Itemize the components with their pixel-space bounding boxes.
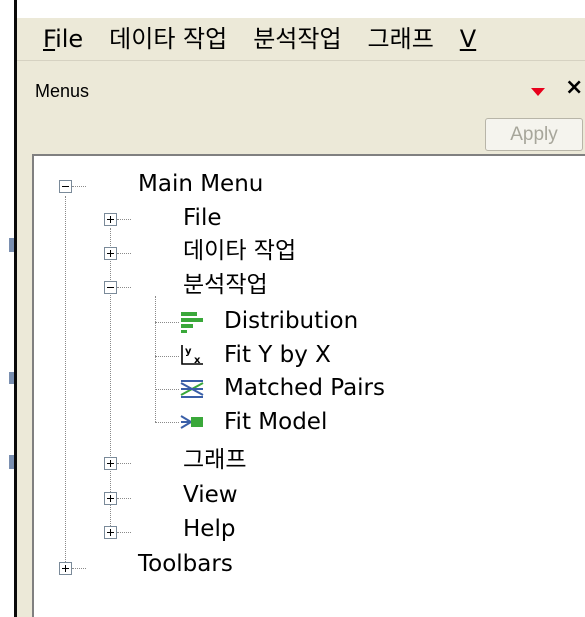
apply-button[interactable]: Apply [485,118,583,151]
expand-toggle[interactable] [104,457,117,470]
menu-analysis[interactable]: 분석작업 [253,17,341,61]
tree-node-help[interactable]: Help [183,514,235,544]
fit-model-icon [180,415,203,429]
close-icon[interactable]: × [565,75,583,100]
distribution-icon [181,312,203,333]
fit-y-glyph-x: x [194,355,201,366]
tree-node-fit-y-by-x[interactable]: Fit Y by X [224,340,331,370]
expand-toggle[interactable] [59,562,72,575]
tree-node-file[interactable]: File [183,203,222,233]
tree-line [72,186,86,187]
tree-node-toolbars[interactable]: Toolbars [138,549,233,579]
tree-node-graph[interactable]: 그래프 [183,445,246,475]
tree-container: Main Menu File 데이타 작업 분석작업 Distribution … [17,154,585,617]
dropdown-arrow-icon[interactable] [531,88,545,96]
expand-toggle[interactable] [104,213,117,226]
menu-tree[interactable]: Main Menu File 데이타 작업 분석작업 Distribution … [32,154,585,617]
tree-line [65,196,66,568]
tree-line [155,322,179,323]
fit-y-by-x-icon: y x [181,345,203,366]
tree-line [72,568,86,569]
menu-file[interactable]: File [43,17,83,61]
fit-y-glyph-y: y [185,346,192,357]
menu-graph[interactable]: 그래프 [368,17,434,61]
expand-toggle[interactable] [104,492,117,505]
tree-line [117,532,131,533]
tree-line [155,422,179,423]
expand-toggle[interactable] [104,526,117,539]
tree-line [117,253,131,254]
tree-node-analysis[interactable]: 분석작업 [183,270,268,300]
tree-line [155,389,179,390]
panel-title: Menus [35,81,90,101]
tree-node-data-work[interactable]: 데이타 작업 [183,236,296,266]
tree-node-fit-model[interactable]: Fit Model [224,407,327,437]
tree-line [117,463,131,464]
menu-data-work[interactable]: 데이타 작업 [109,17,227,61]
menu-bar: File 데이타 작업 분석작업 그래프 V [17,16,585,60]
tree-line [117,287,131,288]
tree-node-main-menu[interactable]: Main Menu [138,169,263,199]
tree-line [155,296,156,422]
expand-toggle[interactable] [104,247,117,260]
tree-line [117,498,131,499]
matched-pairs-icon [180,380,204,398]
tree-node-distribution[interactable]: Distribution [224,306,358,336]
collapse-toggle[interactable] [59,180,72,193]
window-edge [0,0,14,617]
menus-panel-header: Menus × Apply [17,60,585,155]
tree-line [117,219,131,220]
tree-node-view[interactable]: View [183,480,238,510]
tree-line [155,356,179,357]
menu-view[interactable]: V [460,17,476,61]
tree-node-matched-pairs[interactable]: Matched Pairs [224,373,385,403]
collapse-toggle[interactable] [104,281,117,294]
